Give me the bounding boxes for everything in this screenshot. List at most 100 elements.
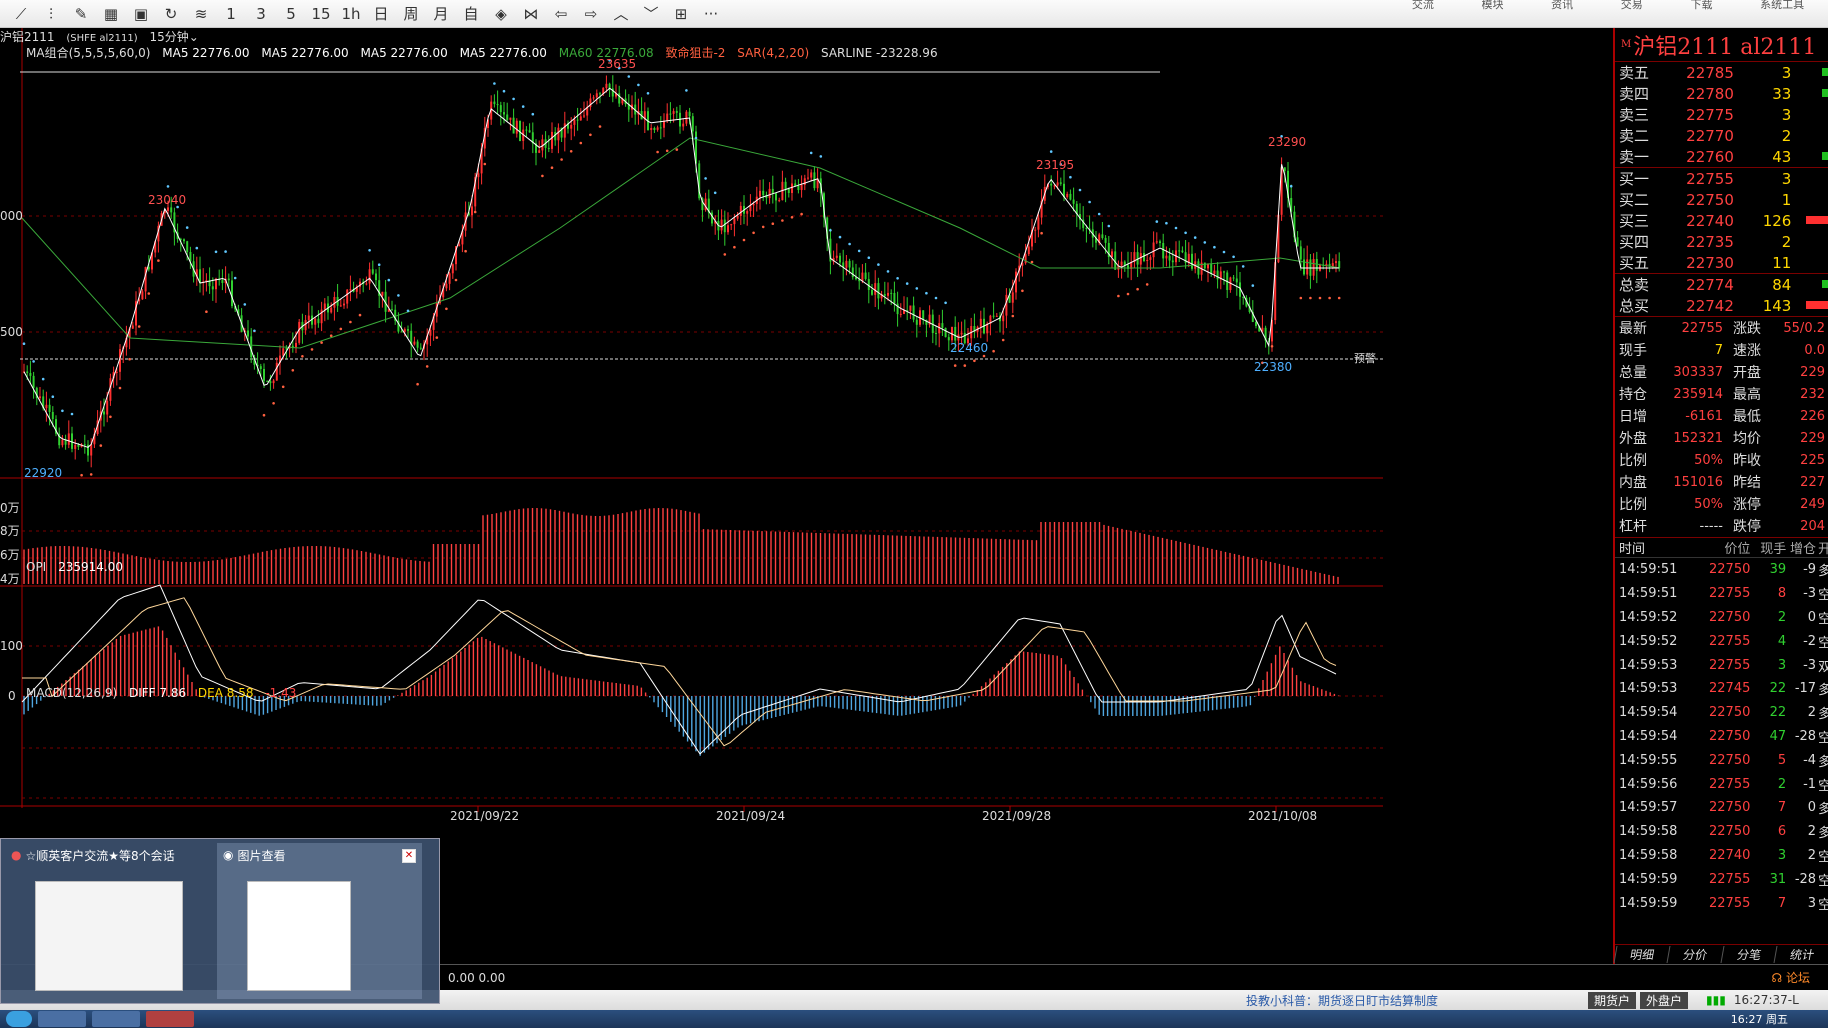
- tick-row[interactable]: 14:59:53 22755 3 -3 双: [1615, 653, 1828, 677]
- book-row[interactable]: 总买 22742 143: [1615, 295, 1828, 316]
- peak-label: 23290: [1268, 135, 1306, 149]
- preview-card-image[interactable]: ◉ 图片查看 ✕: [217, 843, 422, 999]
- refresh-icon[interactable]: ↻: [156, 2, 186, 26]
- candle-body: [1306, 259, 1309, 275]
- kline-chart[interactable]: 2363523040231952329022460223802292000050…: [0, 28, 1613, 964]
- candle-body: [314, 318, 317, 325]
- more-button[interactable]: ···: [696, 2, 726, 26]
- ma5-value: MA5 22776.00: [261, 46, 349, 60]
- period-15-button[interactable]: 15: [306, 2, 336, 26]
- tab-detail[interactable]: 明细: [1613, 946, 1670, 963]
- down-icon[interactable]: ﹀: [636, 2, 666, 26]
- book-row[interactable]: 卖二 22770 2: [1615, 125, 1828, 146]
- tick-row[interactable]: 14:59:52 22755 4 -2 空: [1615, 629, 1828, 653]
- tab-stats[interactable]: 统计: [1773, 946, 1828, 963]
- tick-row[interactable]: 14:59:58 22740 3 2 空: [1615, 844, 1828, 868]
- menu-module[interactable]: 模块: [1481, 0, 1503, 12]
- tick-row[interactable]: 14:59:56 22755 2 -1 空: [1615, 772, 1828, 796]
- menu-news[interactable]: 资讯: [1551, 0, 1573, 12]
- book-row[interactable]: 买二 22750 1: [1615, 189, 1828, 210]
- book-row[interactable]: 卖三 22775 3: [1615, 104, 1828, 125]
- candle-body: [458, 244, 461, 247]
- period-week-button[interactable]: 周: [396, 2, 426, 26]
- brush-icon[interactable]: ✎: [66, 2, 96, 26]
- task-app-3[interactable]: [146, 1011, 194, 1027]
- period-custom-button[interactable]: 自: [456, 2, 486, 26]
- stat-value: 152321: [1673, 430, 1723, 446]
- external-account-button[interactable]: 外盘户: [1640, 991, 1689, 1009]
- tick-row[interactable]: 14:59:59 22755 31 -28 空: [1615, 867, 1828, 891]
- book-row[interactable]: 卖一 22760 43: [1615, 146, 1828, 167]
- sar-dot: [502, 89, 506, 93]
- task-app-2[interactable]: [92, 1011, 140, 1027]
- chevron-down-icon[interactable]: ⌄: [189, 30, 199, 44]
- grid-icon[interactable]: ▦: [96, 2, 126, 26]
- ask-book: 卖五 22785 3 卖四 22780 33 卖三 22775 3 卖二 22770 2 卖一 22760…: [1615, 62, 1828, 168]
- book-row[interactable]: 买五 22730 11: [1615, 252, 1828, 273]
- menu-tools[interactable]: 系统工具: [1760, 0, 1804, 12]
- tick-row[interactable]: 14:59:54 22750 47 -28 空: [1615, 725, 1828, 749]
- menu-download[interactable]: 下载: [1690, 0, 1712, 12]
- period-5-button[interactable]: 5: [276, 2, 306, 26]
- candle-body: [512, 117, 515, 134]
- candle-body: [1312, 259, 1315, 276]
- period-day-button[interactable]: 日: [366, 2, 396, 26]
- forum-link[interactable]: ☊ 论坛: [1772, 969, 1811, 986]
- diamond-icon[interactable]: ◈: [486, 2, 516, 26]
- period-1-button[interactable]: 1: [216, 2, 246, 26]
- candle-body: [407, 329, 409, 331]
- book-row[interactable]: 总卖 22774 84: [1615, 274, 1828, 295]
- compare-icon[interactable]: ≋: [186, 2, 216, 26]
- macd-select[interactable]: MACD(12,26,9): [26, 686, 117, 700]
- book-row[interactable]: 买三 22740 126: [1615, 210, 1828, 231]
- up-icon[interactable]: ︿: [606, 2, 636, 26]
- layout-icon[interactable]: ⊞: [666, 2, 696, 26]
- period-3-button[interactable]: 3: [246, 2, 276, 26]
- tab-trades[interactable]: 分笔: [1720, 946, 1777, 963]
- line-chart-icon[interactable]: ⟋: [6, 2, 36, 26]
- period-month-button[interactable]: 月: [426, 2, 456, 26]
- tick-row[interactable]: 14:59:51 22750 39 -9 多: [1615, 558, 1828, 582]
- candle-body: [720, 219, 723, 231]
- period-select[interactable]: 15分钟: [149, 30, 188, 44]
- tick-row[interactable]: 14:59:57 22750 7 0 多: [1615, 796, 1828, 820]
- sar-dot: [137, 325, 141, 328]
- start-icon[interactable]: [6, 1011, 32, 1027]
- book-row[interactable]: 卖五 22785 3: [1615, 62, 1828, 83]
- prev-icon[interactable]: ⇦: [546, 2, 576, 26]
- opi-select[interactable]: OPI: [26, 560, 46, 574]
- menu-exchange[interactable]: 交流: [1412, 0, 1434, 12]
- candle-body: [861, 272, 864, 282]
- stat-row: 内盘 151016 昨结 227: [1615, 471, 1828, 493]
- sar-dot: [1117, 294, 1120, 298]
- close-icon[interactable]: ✕: [402, 849, 416, 863]
- tick-row[interactable]: 14:59:51 22755 8 -3 空: [1615, 582, 1828, 606]
- tick-row[interactable]: 14:59:53 22745 22 -17 多: [1615, 677, 1828, 701]
- tick-price: 22750: [1709, 609, 1751, 625]
- sar-dot: [569, 150, 573, 153]
- first-icon[interactable]: ⋈: [516, 2, 546, 26]
- book-row[interactable]: 卖四 22780 33: [1615, 83, 1828, 104]
- candle-body: [29, 373, 32, 376]
- tick-list[interactable]: 14:59:51 22750 39 -9 多 14:59:51 22755 8 -3 空 14:59…: [1615, 558, 1828, 915]
- book-row[interactable]: 买四 22735 2: [1615, 231, 1828, 252]
- futures-account-button[interactable]: 期货户: [1588, 991, 1637, 1009]
- next-icon[interactable]: ⇨: [576, 2, 606, 26]
- chart-area[interactable]: 23635 23040 23195 23290 22460 22380 22920 000 50…: [0, 28, 1613, 964]
- tick-row[interactable]: 14:59:55 22750 5 -4 多: [1615, 748, 1828, 772]
- tick-row[interactable]: 14:59:54 22750 22 2 多: [1615, 701, 1828, 725]
- tick-row[interactable]: 14:59:52 22750 2 0 空: [1615, 606, 1828, 630]
- task-app-1[interactable]: [38, 1011, 86, 1027]
- edu-tip[interactable]: 投教小科普：期货逐日盯市结算制度: [1246, 992, 1438, 1009]
- book-row[interactable]: 买一 22755 3: [1615, 168, 1828, 189]
- period-1h-button[interactable]: 1h: [336, 2, 366, 26]
- ma-group-select[interactable]: MA组合(5,5,5,5,60,0): [26, 46, 150, 60]
- preview-card-chat[interactable]: ● ☆顺英客户交流★等8个会话: [5, 843, 210, 999]
- menu-trade[interactable]: 交易: [1621, 0, 1643, 12]
- save-icon[interactable]: ▣: [126, 2, 156, 26]
- tab-price-dist[interactable]: 分价: [1666, 946, 1723, 963]
- sar-dot: [89, 473, 93, 476]
- tick-row[interactable]: 14:59:59 22755 7 3 空: [1615, 891, 1828, 915]
- candle-icon[interactable]: ⫶: [36, 2, 66, 26]
- tick-row[interactable]: 14:59:58 22750 6 2 多: [1615, 820, 1828, 844]
